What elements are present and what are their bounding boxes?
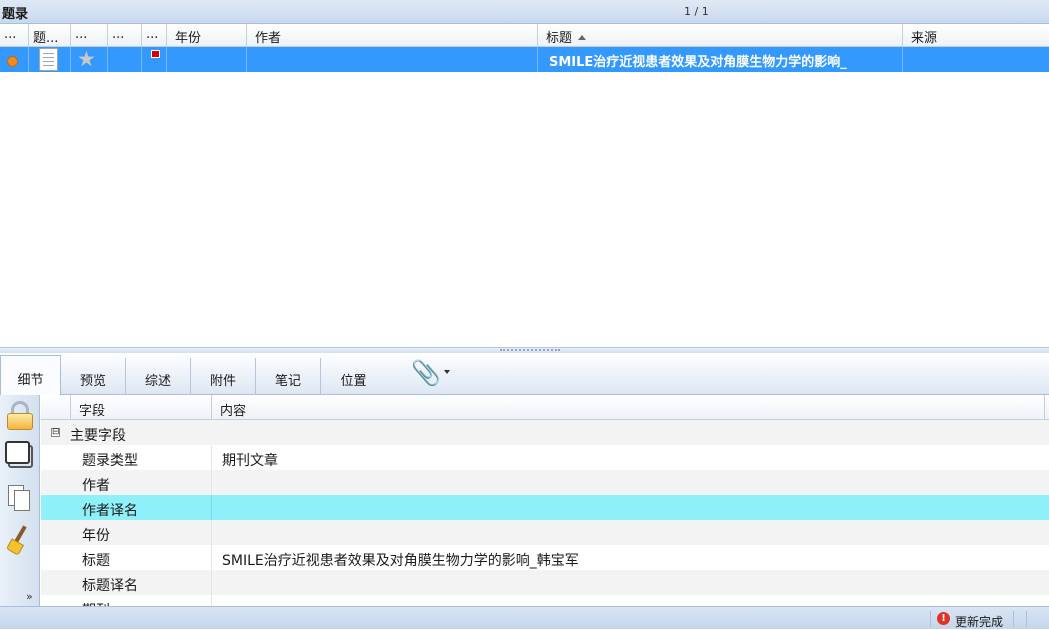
collapse-icon[interactable]: ⊟ (51, 428, 60, 437)
clear-button[interactable] (2, 521, 37, 559)
field-value[interactable]: 期刊文章 (222, 450, 278, 470)
document-icon (39, 48, 58, 71)
flag-icon (151, 50, 160, 58)
record-year-cell (167, 47, 247, 72)
fields-grid: 字段 内容 ⊟ 主要字段 题录类型 期刊文章 作者 作者译名 年份 标题 SMI… (41, 395, 1049, 606)
column-header-year[interactable]: 年份 (167, 24, 247, 47)
field-key: 题录类型 (82, 453, 138, 469)
field-row[interactable]: 标题译名 (41, 570, 1049, 595)
detail-tabs: 细节 预览 综述 附件 笔记 位置 📎 (0, 353, 1049, 396)
column-header-attachment[interactable]: ... (108, 24, 142, 47)
record-source-cell (903, 47, 1049, 72)
tab-attachments[interactable]: 附件 (191, 358, 256, 395)
sort-ascending-icon (578, 35, 587, 40)
field-key: 标题 (82, 553, 110, 569)
column-header-type[interactable]: 题... (29, 24, 71, 47)
field-row[interactable]: 标题 SMILE治疗近视患者效果及对角膜生物力学的影响_韩宝军 (41, 545, 1049, 570)
record-type-cell (29, 47, 71, 72)
fields-column-content[interactable]: 内容 (211, 395, 1045, 420)
star-icon[interactable]: ★ (77, 48, 96, 70)
column-header-source[interactable]: 来源 (903, 24, 1049, 47)
record-star-cell[interactable]: ★ (71, 47, 108, 72)
tab-location[interactable]: 位置 (321, 358, 386, 395)
paperclip-icon[interactable]: 📎 (411, 359, 441, 387)
column-header-star[interactable]: ... (71, 24, 108, 47)
record-author-cell (247, 47, 538, 72)
lock-button[interactable] (2, 398, 37, 436)
field-row-selected[interactable]: 作者译名 (41, 495, 1049, 520)
field-group-main[interactable]: ⊟ 主要字段 (41, 420, 1049, 445)
panel-title: 题录 (2, 7, 29, 22)
field-row[interactable]: 期刊 (41, 595, 1049, 606)
field-value[interactable]: SMILE治疗近视患者效果及对角膜生物力学的影响_韩宝军 (222, 550, 579, 570)
column-header-status[interactable]: ... (0, 24, 29, 47)
status-bar: ! 更新完成 (0, 606, 1049, 629)
fields-column-field[interactable]: 字段 (70, 395, 211, 420)
copy-icon (14, 490, 30, 511)
column-header-flag[interactable]: ... (142, 24, 167, 47)
column-header-title-label: 标题 (546, 31, 573, 46)
page-indicator: 1 / 1 (684, 5, 709, 18)
detail-side-toolbar: » (0, 395, 40, 606)
window-icon (5, 441, 30, 464)
field-key: 年份 (82, 528, 110, 544)
dropdown-arrow-icon[interactable] (444, 370, 450, 374)
copy-button[interactable] (2, 479, 37, 517)
tab-notes[interactable]: 笔记 (256, 358, 321, 395)
window-button[interactable] (2, 437, 37, 475)
field-key: 标题译名 (82, 578, 138, 594)
tab-summary[interactable]: 综述 (126, 358, 191, 395)
record-list-header: ... 题... ... ... ... 年份 作者 标题 来源 (0, 24, 1049, 47)
column-header-title[interactable]: 标题 (538, 24, 903, 47)
field-group-label: 主要字段 (70, 428, 126, 444)
error-icon: ! (937, 612, 950, 625)
tab-details[interactable]: 细节 (0, 355, 61, 396)
record-row[interactable]: ★ SMILE治疗近视患者效果及对角膜生物力学的影响_ (0, 47, 1049, 72)
status-dot-icon (7, 56, 18, 67)
record-flag-cell (142, 47, 167, 72)
list-titlebar: 题录 1 / 1 (0, 0, 1049, 24)
field-key: 作者 (82, 478, 110, 494)
record-attachment-cell (108, 47, 142, 72)
splitter-grip[interactable] (500, 349, 560, 351)
record-title: SMILE治疗近视患者效果及对角膜生物力学的影响_ (549, 55, 847, 70)
field-row[interactable]: 题录类型 期刊文章 (41, 445, 1049, 470)
tab-preview[interactable]: 预览 (61, 358, 126, 395)
field-row[interactable]: 作者 (41, 470, 1049, 495)
broom-icon (5, 538, 25, 556)
column-header-author[interactable]: 作者 (247, 24, 538, 47)
chevron-double-down-icon[interactable]: » (26, 590, 33, 603)
record-status-cell (0, 47, 29, 72)
fields-header: 字段 内容 (41, 395, 1049, 420)
status-text: 更新完成 (955, 615, 1004, 629)
field-row[interactable]: 年份 (41, 520, 1049, 545)
field-key: 作者译名 (82, 503, 138, 519)
